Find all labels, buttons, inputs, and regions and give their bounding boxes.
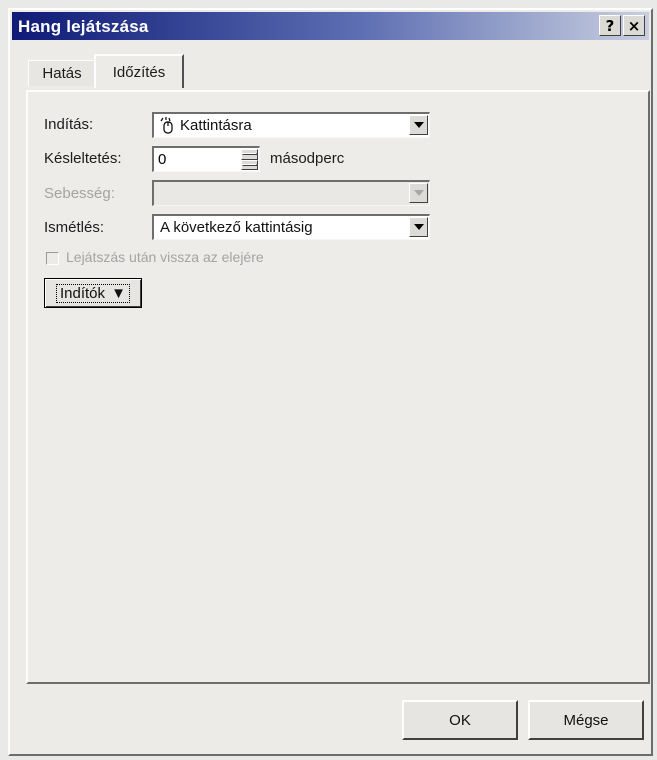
start-label: Indítás: bbox=[44, 116, 94, 133]
mouse-click-icon bbox=[160, 117, 176, 136]
dialog-title: Hang lejátszása bbox=[18, 17, 149, 36]
spin-buttons[interactable] bbox=[241, 149, 258, 170]
chevron-down-icon[interactable] bbox=[409, 217, 428, 237]
ok-button[interactable]: OK bbox=[402, 700, 518, 740]
delay-value: 0 bbox=[158, 151, 167, 168]
delay-stepper[interactable]: 0 bbox=[152, 146, 260, 172]
chevron-down-icon[interactable] bbox=[409, 115, 428, 135]
delay-unit: másodperc bbox=[270, 150, 345, 167]
speed-label: Sebesség: bbox=[44, 185, 115, 202]
timing-panel: Indítás: Kattintásra Késleltetés: 0 máso… bbox=[26, 90, 650, 684]
rewind-label: Lejátszás után vissza az elejére bbox=[66, 249, 264, 265]
cancel-button[interactable]: Mégse bbox=[528, 700, 644, 740]
spin-down-icon[interactable] bbox=[241, 159, 258, 170]
triggers-label: Indítók bbox=[59, 284, 105, 302]
repeat-select-value: A következő kattintásig bbox=[160, 219, 313, 236]
help-button[interactable]: ? bbox=[599, 15, 621, 36]
spin-up-icon[interactable] bbox=[241, 149, 258, 160]
repeat-select[interactable]: A következő kattintásig bbox=[152, 214, 430, 240]
start-select-value: Kattintásra bbox=[180, 117, 252, 134]
triggers-button[interactable]: Indítók ▼ bbox=[44, 278, 142, 308]
close-button[interactable]: × bbox=[623, 15, 645, 36]
chevron-down-icon bbox=[409, 183, 428, 203]
start-select[interactable]: Kattintásra bbox=[152, 112, 430, 138]
rewind-checkbox bbox=[46, 252, 59, 265]
dialog-window: Hang lejátszása ? × Hatás Időzítés Indít… bbox=[8, 8, 653, 756]
speed-select bbox=[152, 180, 430, 206]
tab-hatas[interactable]: Hatás bbox=[28, 60, 96, 86]
double-chevron-down-icon: ▼ bbox=[111, 284, 127, 302]
repeat-label: Ismétlés: bbox=[44, 219, 105, 236]
tab-idozites[interactable]: Időzítés bbox=[94, 54, 184, 88]
title-bar: Hang lejátszása ? × bbox=[12, 12, 649, 40]
triggers-focus: Indítók ▼ bbox=[55, 283, 131, 303]
delay-label: Késleltetés: bbox=[44, 150, 122, 167]
